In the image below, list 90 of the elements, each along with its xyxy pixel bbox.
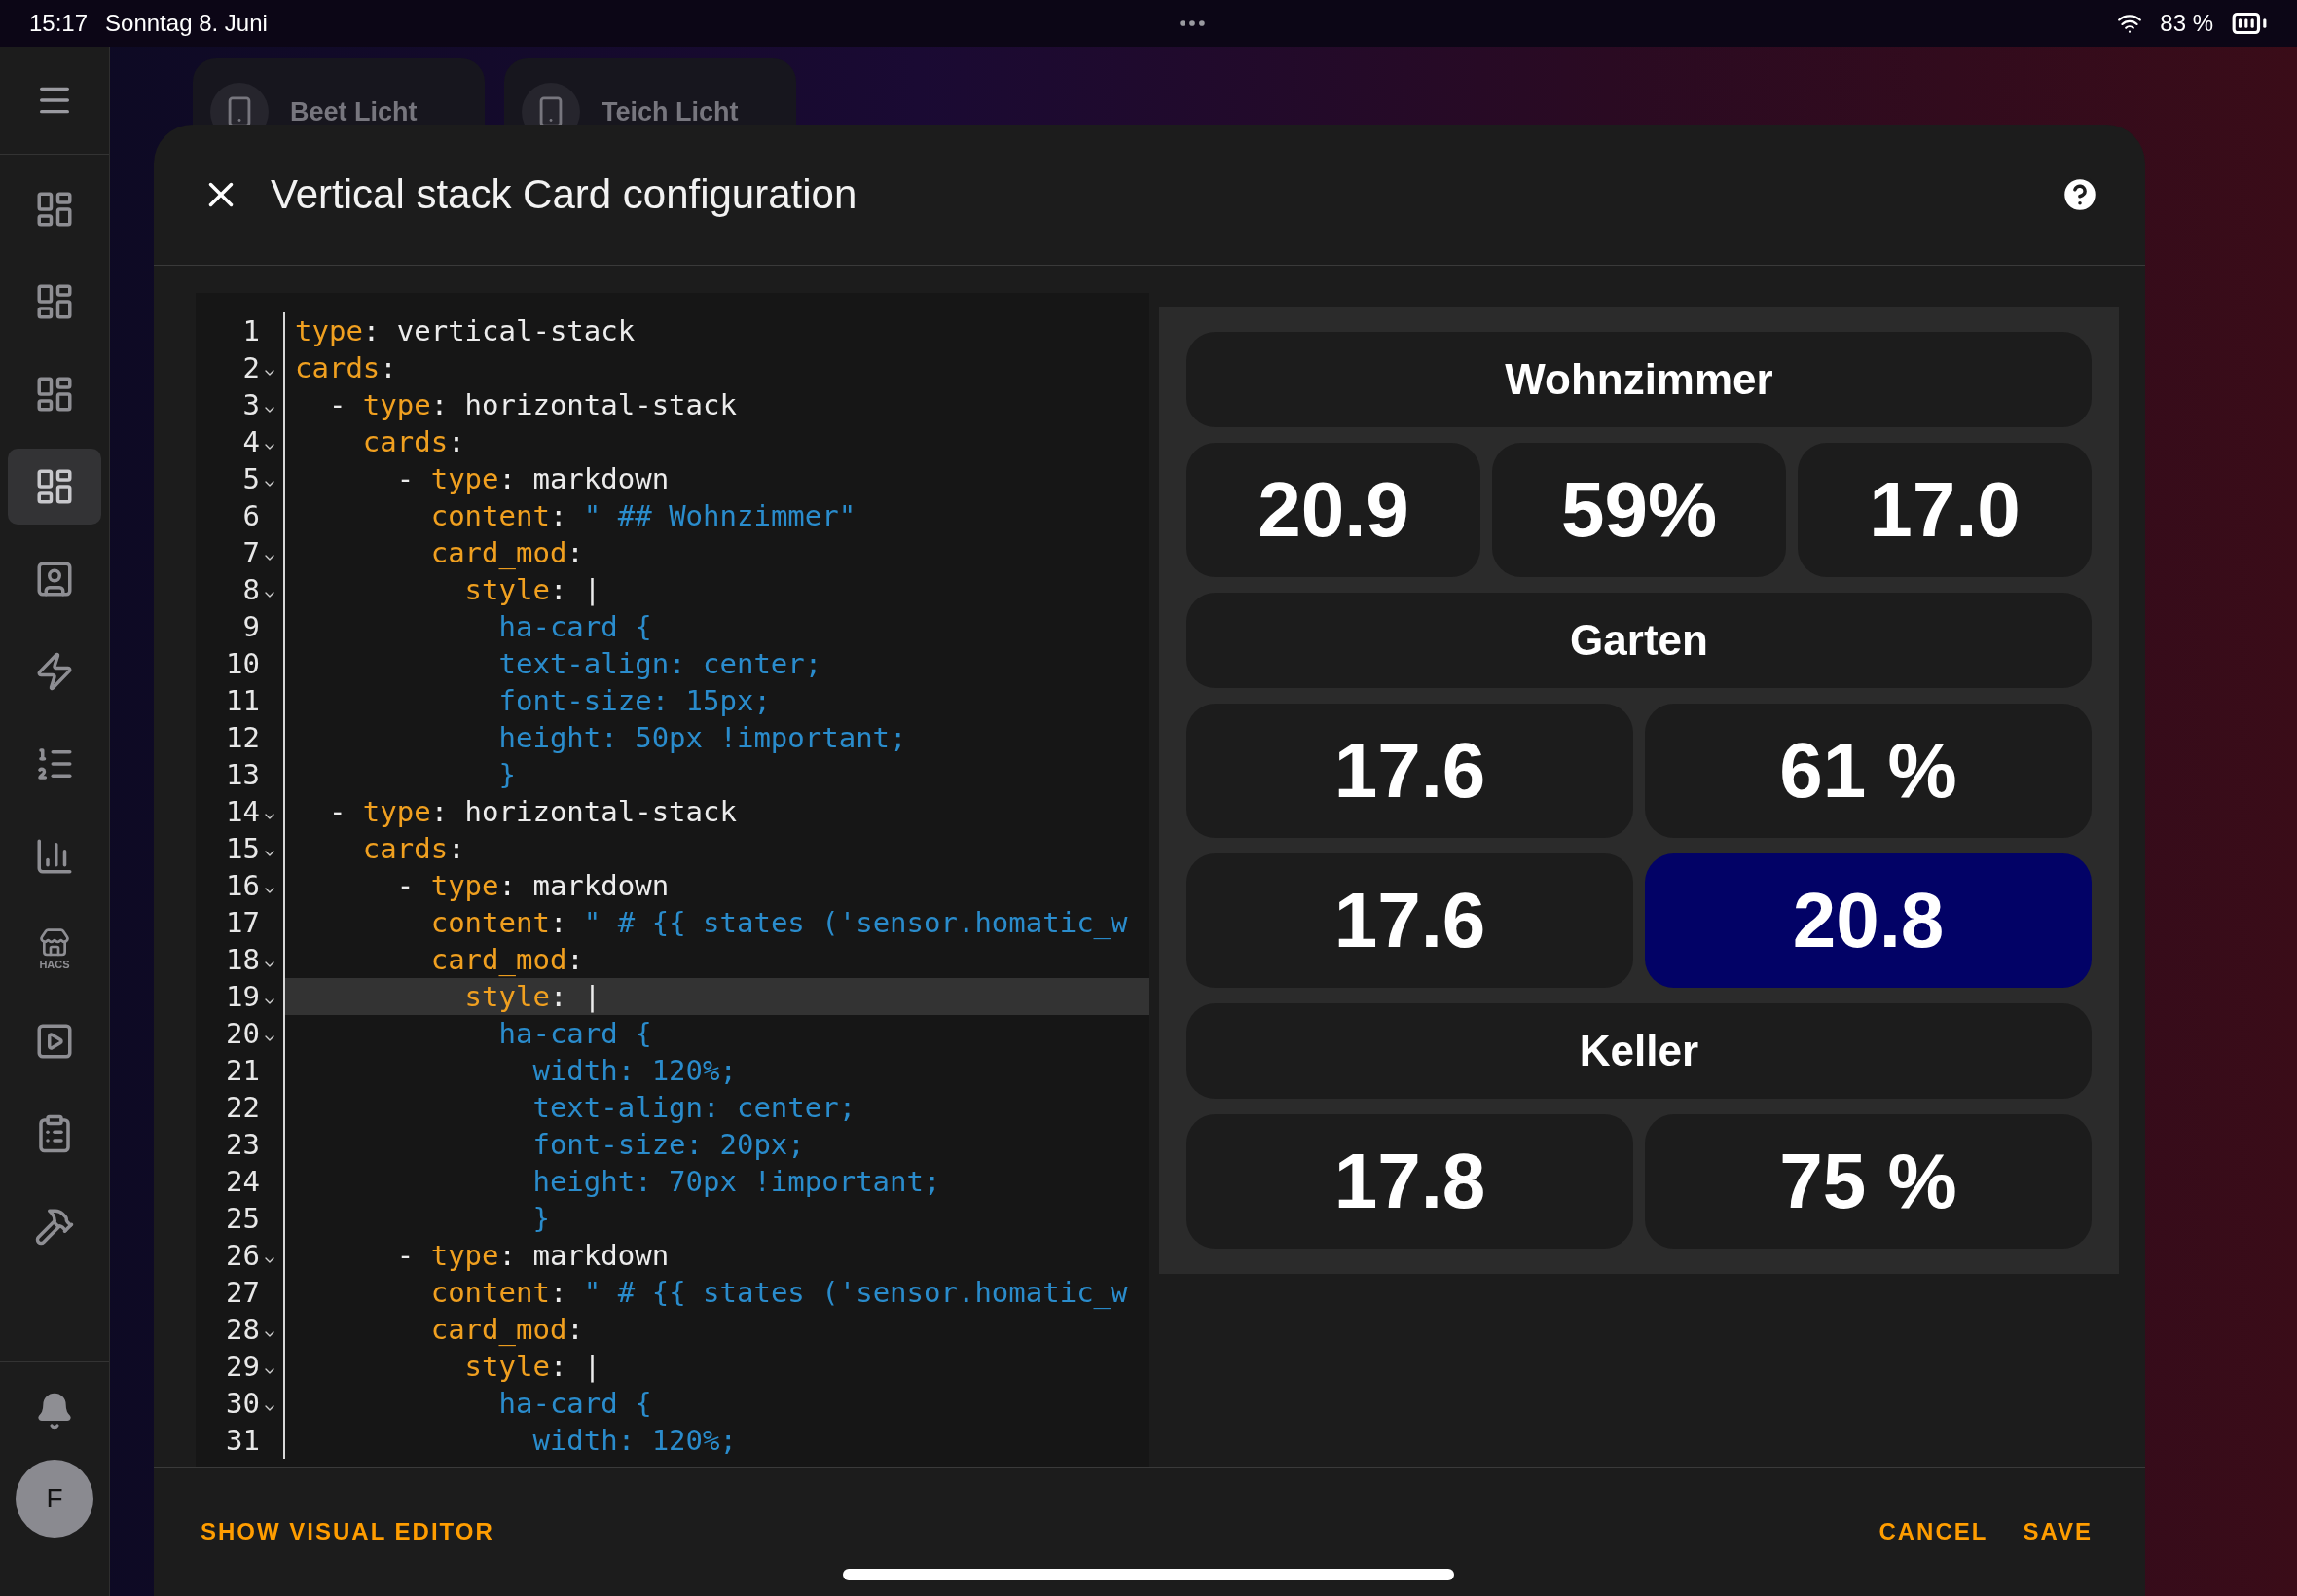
line-number: 14 [226,795,260,828]
code-line: - type: markdown [395,1238,671,1274]
line-number: 2 [242,351,260,384]
code-line: - type: markdown [395,461,671,497]
code-line: - type: horizontal-stack [327,794,738,830]
code-line: ha-card { [497,609,653,645]
entity-tile[interactable]: Beet Licht [193,58,485,125]
code-line: - type: horizontal-stack [327,387,738,423]
code-line: } [497,757,517,793]
code-line: - type: markdown [395,868,671,904]
code-line: content: " ## Wohnzimmer" [429,498,857,534]
line-number: 27 [226,1276,260,1309]
code-editor[interactable] [196,293,1149,1467]
line-number: 31 [226,1424,260,1457]
code-line: cards: [294,350,398,386]
line-number: 20 [226,1017,260,1050]
line-number: 13 [226,758,260,791]
code-line: card_mod: [429,535,585,571]
cancel-button[interactable]: CANCEL [1871,1508,1996,1555]
code-line: type: vertical-stack [294,313,637,349]
code-line: font-size: 15px; [497,683,772,719]
value-tile: 75 % [1645,1114,2092,1249]
line-number: 16 [226,869,260,902]
line-number: 3 [242,388,260,421]
value-tile: 20.8 [1645,853,2092,988]
value-tile: 17.8 [1186,1114,1633,1249]
code-line: height: 50px !important; [497,720,908,756]
code-line: content: " # {{ states ('sensor.homatic_w [429,905,1129,941]
line-number: 9 [242,610,260,643]
line-number: 4 [242,425,260,458]
line-number: 25 [226,1202,260,1235]
line-number: 28 [226,1313,260,1346]
code-line: cards: [361,424,466,460]
line-number: 21 [226,1054,260,1087]
code-line: card_mod: [429,942,585,978]
code-line: content: " # {{ states ('sensor.homatic_w [429,1275,1129,1311]
line-number: 30 [226,1387,260,1420]
room-title-card: Keller [1186,1003,2092,1099]
code-line: text-align: center; [531,1090,857,1126]
line-number: 12 [226,721,260,754]
room-title-card: Wohnzimmer [1186,332,2092,427]
line-number: 29 [226,1350,260,1383]
date-text: Sonntag 8. Juni [105,10,268,37]
user-avatar[interactable]: F [16,1460,93,1538]
clock-text: 15:17 [29,10,89,37]
line-number: 26 [226,1239,260,1272]
room-title-card: Garten [1186,593,2092,688]
dialog-title: Vertical stack Card configuration [271,171,858,218]
battery-percent: 83 % [2160,10,2213,37]
tile-label: Beet Licht [290,96,418,125]
store-icon [39,927,70,959]
line-number: 15 [226,832,260,865]
code-line: } [531,1201,551,1237]
line-number: 19 [226,980,260,1013]
code-line: font-size: 20px; [531,1127,806,1163]
code-line: style: | [463,572,602,608]
notifications-bell-icon[interactable] [35,1392,74,1431]
line-number: 5 [242,462,260,495]
sidebar-item[interactable] [8,449,101,525]
code-line: height: 70px !important; [531,1164,942,1200]
line-number: 8 [242,573,260,606]
value-tile: 59% [1492,443,1786,577]
code-line: width: 120%; [531,1053,738,1089]
line-number: 17 [226,906,260,939]
value-tile: 17.0 [1798,443,2092,577]
line-number: 18 [226,943,260,976]
code-line: cards: [361,831,466,867]
value-tile: 20.9 [1186,443,1480,577]
line-number: 23 [226,1128,260,1161]
sidebar-item[interactable]: HACS [8,911,101,987]
line-number: 6 [242,499,260,532]
entity-tile[interactable]: Teich Licht [504,58,796,125]
line-number: 24 [226,1165,260,1198]
code-line: text-align: center; [497,646,823,682]
code-line: card_mod: [429,1312,585,1348]
line-number: 22 [226,1091,260,1124]
value-tile: 61 % [1645,704,2092,838]
line-number: 10 [226,647,260,680]
save-button[interactable]: SAVE [2015,1508,2100,1555]
code-line: ha-card { [497,1386,653,1422]
line-number: 11 [226,684,260,717]
value-tile: 17.6 [1186,704,1633,838]
code-line: width: 120%; [531,1423,738,1459]
tile-label: Teich Licht [602,96,739,125]
show-visual-editor-button[interactable]: SHOW VISUAL EDITOR [193,1508,502,1555]
line-number: 1 [242,314,260,347]
code-line: ha-card { [497,1016,653,1052]
code-line: style: | [463,1349,602,1385]
line-number: 7 [242,536,260,569]
value-tile: 17.6 [1186,853,1633,988]
